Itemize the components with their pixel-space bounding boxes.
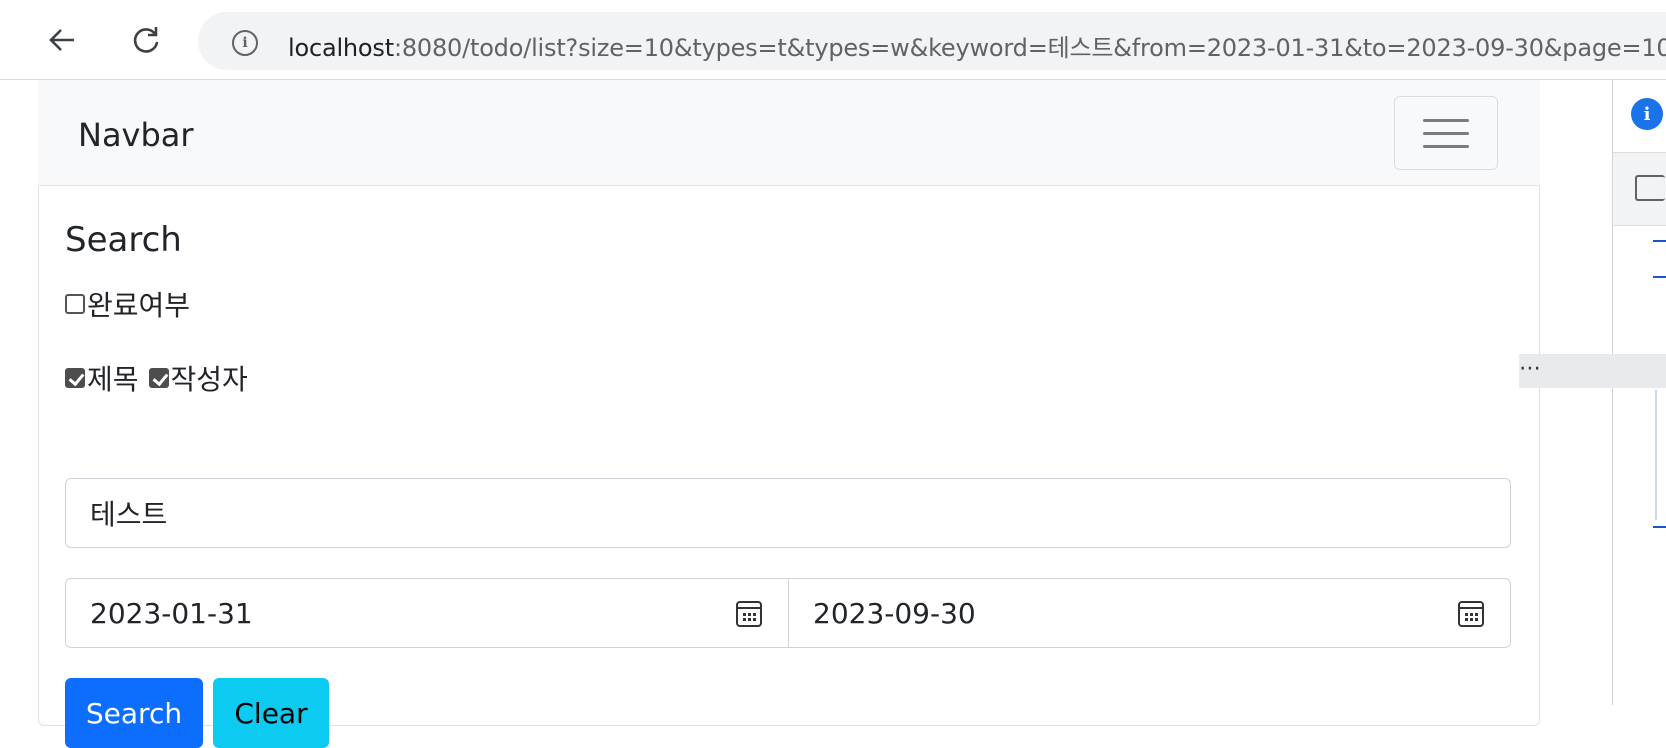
hamburger-icon <box>1423 144 1469 148</box>
type-writer-label: 작성자 <box>170 363 248 396</box>
dom-tree-line <box>1653 526 1666 528</box>
url-path: :8080/todo/list?size=10&types=t&types=w&… <box>393 34 1666 62</box>
from-date-value: 2023-01-31 <box>90 596 253 630</box>
reload-button[interactable] <box>128 22 164 58</box>
more-icon[interactable]: ⋯ <box>1519 356 1543 381</box>
dom-tree-selected-row[interactable]: ⋯ <box>1519 354 1666 388</box>
dom-tree-line <box>1653 276 1666 278</box>
inspect-element-icon[interactable] <box>1635 175 1665 201</box>
dom-tree-guide <box>1655 390 1657 520</box>
info-icon[interactable]: i <box>232 30 258 56</box>
search-card-title: Search <box>65 220 182 260</box>
type-title-label: 제목 <box>87 363 139 396</box>
devtools-panel: i ⋯ <box>1519 80 1666 705</box>
back-button[interactable] <box>44 22 80 58</box>
type-writer-checkbox[interactable] <box>148 368 169 388</box>
calendar-icon[interactable] <box>1458 601 1484 627</box>
navbar: Navbar <box>38 80 1540 186</box>
finished-row: 완료여부 <box>65 284 190 324</box>
dom-tree-line <box>1653 240 1666 242</box>
finished-label: 완료여부 <box>87 289 191 322</box>
page: Navbar Search 완료여부 제목 작성자 테스트 2023-01-31 <box>38 80 1540 748</box>
arrow-left-icon <box>49 29 74 51</box>
browser-chrome: i localhost:8080/todo/list?size=10&types… <box>0 0 1666 80</box>
from-date-input[interactable]: 2023-01-31 <box>65 578 789 648</box>
finished-checkbox[interactable] <box>65 294 85 314</box>
info-icon[interactable]: i <box>1631 98 1663 130</box>
to-date-value: 2023-09-30 <box>813 596 976 630</box>
devtools-toolbar <box>1613 152 1666 226</box>
hamburger-icon <box>1423 118 1469 122</box>
url-host: localhost <box>288 34 394 62</box>
search-card: Search 완료여부 제목 작성자 테스트 2023-01-31 2023-0… <box>38 186 1540 748</box>
calendar-icon[interactable] <box>736 601 762 627</box>
navbar-brand[interactable]: Navbar <box>78 116 194 154</box>
reload-icon <box>133 27 159 53</box>
keyword-input[interactable]: 테스트 <box>65 478 1511 548</box>
keyword-value: 테스트 <box>90 498 168 531</box>
search-button[interactable]: Search <box>65 678 203 748</box>
navbar-toggler-button[interactable] <box>1394 96 1498 170</box>
hamburger-icon <box>1423 131 1469 135</box>
types-row: 제목 작성자 <box>65 358 248 398</box>
to-date-input[interactable]: 2023-09-30 <box>788 578 1511 648</box>
type-title-checkbox[interactable] <box>65 368 85 388</box>
url-text[interactable]: localhost:8080/todo/list?size=10&types=t… <box>288 28 1666 63</box>
clear-button[interactable]: Clear <box>213 678 329 748</box>
